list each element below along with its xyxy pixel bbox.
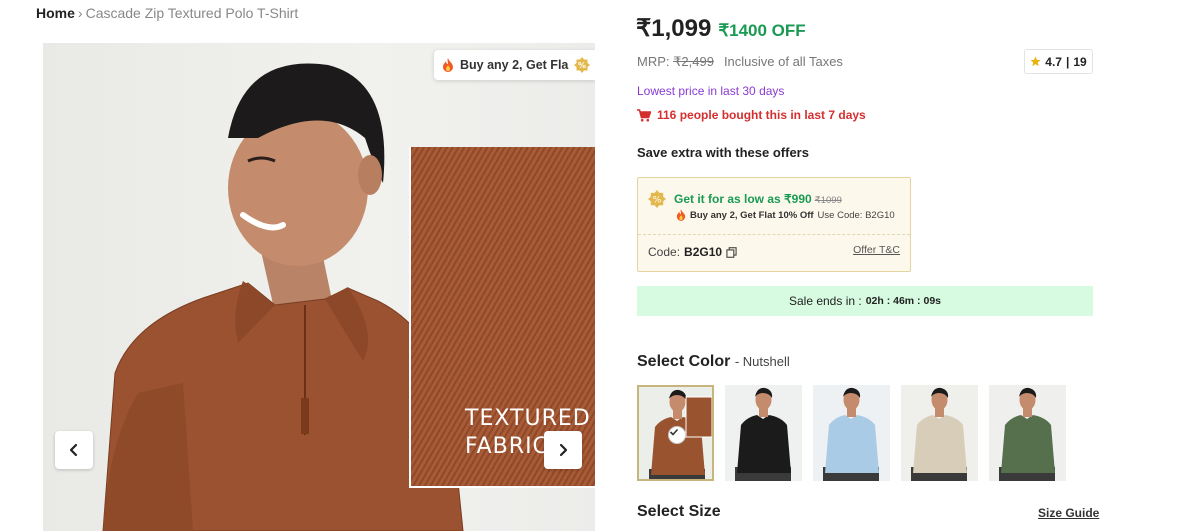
rating-count: 19 <box>1073 54 1087 69</box>
swatch-model-image <box>911 387 967 481</box>
breadcrumb-current: Cascade Zip Textured Polo T-Shirt <box>85 5 299 21</box>
coupon-code[interactable]: Code: B2G10 <box>648 245 737 259</box>
bought-count-badge: 116 people bought this in last 7 days <box>637 108 866 122</box>
offer-tnc-link[interactable]: Offer T&C <box>853 244 900 256</box>
price-row: ₹1,099 ₹1400 OFF <box>636 14 806 43</box>
flame-icon <box>443 58 453 72</box>
coupon-code-value: B2G10 <box>684 245 723 259</box>
color-swatches <box>637 385 1066 481</box>
offer-divider <box>638 234 910 235</box>
color-swatch-olive[interactable] <box>989 385 1066 481</box>
sale-label: Sale ends in : <box>788 294 862 308</box>
cart-icon <box>637 108 651 121</box>
discount-badge-icon: % <box>648 190 666 208</box>
current-price: ₹1,099 <box>636 15 712 42</box>
discount-amount: ₹1400 OFF <box>718 21 806 40</box>
rating-separator: | <box>1065 54 1070 69</box>
swatch-model-image <box>823 387 879 481</box>
coupon-code-label: Code: <box>648 245 681 259</box>
color-swatch-nutshell[interactable] <box>637 385 714 481</box>
mrp-value: ₹2,499 <box>673 54 714 69</box>
swatch-model-image <box>999 387 1055 481</box>
bought-count-text: 116 people bought this in last 7 days <box>657 108 866 122</box>
tax-note: Inclusive of all Taxes <box>723 54 843 69</box>
mrp-row: MRP: ₹2,499 Inclusive of all Taxes <box>637 54 843 70</box>
rating-badge[interactable]: 4.7 | 19 <box>1024 49 1093 74</box>
offer-card[interactable]: % Get it for as low as ₹990 ₹1099 Buy any… <box>637 177 911 272</box>
chevron-right-icon <box>559 443 568 457</box>
breadcrumb-separator: › <box>77 5 83 21</box>
rating-value: 4.7 <box>1045 54 1062 69</box>
mrp-label: MRP: <box>637 54 670 69</box>
product-image-gallery[interactable]: TEXTURED FABRIC Buy any 2, Get Fla % <box>43 43 595 531</box>
svg-text:%: % <box>653 195 662 205</box>
swatch-model-image <box>735 387 791 481</box>
discount-badge-icon: % <box>574 57 591 73</box>
breadcrumb-home-link[interactable]: Home <box>36 5 75 21</box>
color-swatch-black[interactable] <box>725 385 802 481</box>
flame-icon <box>676 209 686 221</box>
color-swatch-light-blue[interactable] <box>813 385 890 481</box>
next-image-button[interactable] <box>544 431 582 469</box>
breadcrumb: Home › Cascade Zip Textured Polo T-Shirt <box>36 5 298 21</box>
offer-headline: Get it for as low as ₹990 <box>674 192 812 206</box>
selected-check-icon <box>668 426 686 444</box>
offer-chip-label: Buy any 2, Get Fla <box>460 58 569 72</box>
offer-chip[interactable]: Buy any 2, Get Fla % <box>434 50 595 80</box>
select-color-title: Select Color - Nutshell <box>637 353 790 370</box>
chevron-left-icon <box>69 443 78 457</box>
color-swatch-beige[interactable] <box>901 385 978 481</box>
copy-icon[interactable] <box>726 246 737 258</box>
selected-color-name: - Nutshell <box>734 354 790 369</box>
previous-image-button[interactable] <box>55 431 93 469</box>
sale-countdown-bar: Sale ends in : 02h : 46m : 09s <box>637 286 1093 316</box>
offer-detail-bold: Buy any 2, Get Flat 10% Off <box>690 209 814 221</box>
select-size-title: Select Size <box>637 503 721 520</box>
svg-text:%: % <box>578 61 586 70</box>
sale-timer: 02h : 46m : 09s <box>865 295 941 307</box>
size-guide-link[interactable]: Size Guide <box>1038 506 1099 520</box>
offer-strike-price: ₹1099 <box>814 195 842 206</box>
offers-section-title: Save extra with these offers <box>637 145 809 160</box>
offer-detail-code: Use Code: B2G10 <box>817 209 895 221</box>
star-icon <box>1030 56 1041 67</box>
lowest-price-badge: Lowest price in last 30 days <box>637 84 785 98</box>
